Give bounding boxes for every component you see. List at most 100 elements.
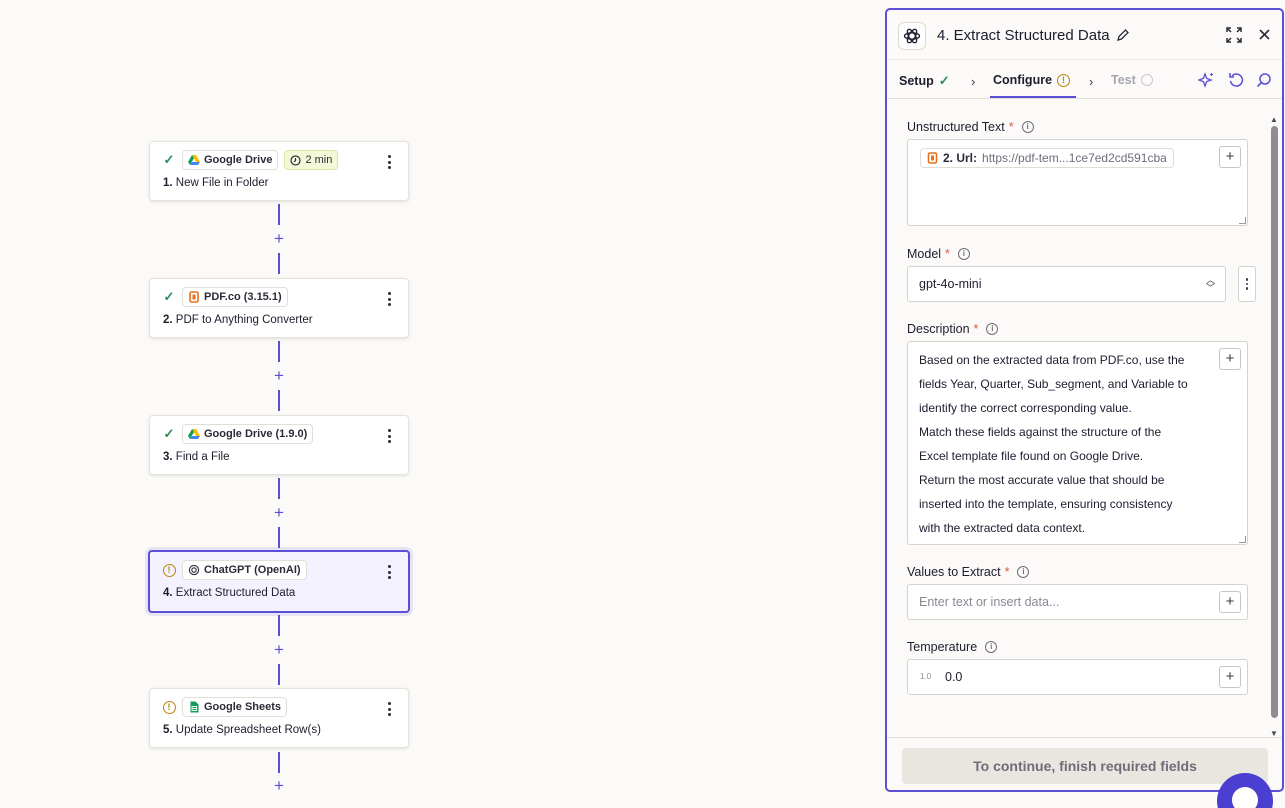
required-asterisk: * (1004, 565, 1010, 579)
tab-setup[interactable]: Setup ✓ (899, 73, 950, 89)
step-card-4[interactable]: ! ChatGPT (OpenAI) 4. Extract Structured… (148, 550, 410, 613)
workflow-canvas: ✓ Google Drive 2 min 1. New File in Fold… (0, 0, 885, 808)
model-options-button[interactable] (1238, 266, 1256, 302)
tab-label: Setup (899, 74, 934, 88)
token-label: 2. Url: (943, 151, 978, 165)
info-icon[interactable]: i (957, 248, 970, 260)
delay-text: 2 min (305, 154, 333, 166)
warning-icon: ! (1057, 73, 1071, 87)
connector-line (278, 204, 280, 225)
close-icon[interactable] (1258, 28, 1271, 41)
openai-icon (898, 22, 926, 50)
step-card-5[interactable]: ! Google Sheets 5. Update Spreadsheet Ro… (149, 688, 409, 748)
clock-icon (1140, 74, 1153, 86)
step-tabs: Setup ✓ › Configure ! › Test (887, 62, 1282, 99)
step-card-2[interactable]: ✓ PDF.co (3.15.1) 2. PDF to Anything Con… (149, 278, 409, 338)
check-icon: ✓ (163, 289, 175, 304)
connector-line (278, 253, 280, 274)
field-label-temperature: Temperature i (907, 640, 998, 654)
app-pill: ChatGPT (OpenAI) (182, 560, 307, 580)
google-drive-icon (188, 155, 200, 165)
check-icon: ✓ (163, 152, 175, 167)
values-to-extract-input[interactable]: Enter text or insert data... + (907, 584, 1248, 620)
more-vertical-icon[interactable] (382, 153, 396, 171)
chevron-right-icon: › (971, 74, 976, 89)
google-drive-icon (188, 429, 200, 439)
model-value: gpt-4o-mini (919, 277, 982, 291)
temperature-input[interactable]: 1.0 0.0 + (907, 659, 1248, 695)
clock-icon (290, 154, 302, 166)
panel-scrollbar[interactable]: ▲ ▼ (1269, 115, 1278, 738)
info-icon[interactable]: i (1017, 566, 1030, 578)
insert-data-button[interactable]: + (1219, 666, 1241, 688)
chevron-up-down-icon: ︿ ﹀ (1205, 275, 1215, 293)
field-label-model: Model * i (907, 247, 970, 261)
undo-icon[interactable] (1228, 72, 1244, 88)
app-pill: Google Sheets (182, 697, 288, 717)
unstructured-text-input[interactable]: 2. Url: https://pdf-tem...1ce7ed2cd591cb… (907, 139, 1248, 226)
insert-data-button[interactable]: + (1219, 591, 1241, 613)
google-sheets-icon (190, 701, 199, 713)
app-name: Google Sheets (204, 701, 282, 713)
pencil-icon[interactable] (1116, 28, 1130, 42)
description-textarea[interactable]: Based on the extracted data from PDF.co,… (907, 341, 1248, 545)
openai-icon (188, 564, 200, 576)
more-vertical-icon[interactable] (382, 290, 396, 308)
step-title: 3. Find a File (163, 451, 230, 463)
connector-line (278, 478, 280, 499)
data-token[interactable]: 2. Url: https://pdf-tem...1ce7ed2cd591cb… (920, 148, 1174, 168)
connector-line (278, 341, 280, 362)
resize-handle[interactable] (1239, 217, 1246, 224)
step-title: 5. Update Spreadsheet Row(s) (163, 724, 321, 736)
add-step-button[interactable]: + (272, 504, 286, 521)
more-vertical-icon[interactable] (382, 427, 396, 445)
step-title: 4. Extract Structured Data (163, 587, 296, 599)
placeholder-text: Enter text or insert data... (919, 595, 1060, 609)
add-step-button[interactable]: + (272, 230, 286, 247)
insert-data-button[interactable]: + (1219, 348, 1241, 370)
info-icon[interactable]: i (1021, 121, 1034, 133)
info-icon[interactable]: i (986, 323, 999, 335)
app-name: PDF.co (3.15.1) (204, 291, 282, 303)
app-name: Google Drive (1.9.0) (204, 428, 308, 440)
pdf-co-icon (189, 291, 199, 303)
connector-line (278, 527, 280, 548)
connector-line (278, 664, 280, 685)
chevron-right-icon: › (1089, 74, 1094, 89)
field-label-description: Description * i (907, 322, 999, 336)
tab-configure[interactable]: Configure ! (993, 73, 1071, 87)
app-pill: PDF.co (3.15.1) (182, 287, 288, 307)
more-vertical-icon[interactable] (382, 700, 396, 718)
scroll-thumb[interactable] (1271, 126, 1278, 718)
connector-line (278, 390, 280, 411)
warning-icon: ! (162, 700, 176, 714)
continue-button[interactable]: To continue, finish required fields (902, 748, 1268, 784)
field-label-unstructured-text: Unstructured Text * i (907, 120, 1034, 134)
scroll-up-icon[interactable]: ▲ (1270, 115, 1278, 124)
temperature-value: 0.0 (945, 670, 963, 684)
check-icon: ✓ (938, 73, 950, 88)
token-value: https://pdf-tem...1ce7ed2cd591cba (982, 151, 1167, 165)
resize-handle[interactable] (1239, 536, 1246, 543)
panel-title: 4. Extract Structured Data (937, 27, 1110, 44)
insert-data-button[interactable]: + (1219, 146, 1241, 168)
add-step-button[interactable]: + (272, 367, 286, 384)
pdf-co-icon (927, 152, 938, 164)
step-card-1[interactable]: ✓ Google Drive 2 min 1. New File in Fold… (149, 141, 409, 201)
required-asterisk: * (973, 322, 979, 336)
add-step-button[interactable]: + (272, 777, 286, 794)
tab-label: Configure (993, 73, 1053, 87)
expand-icon[interactable] (1226, 27, 1242, 43)
info-icon[interactable]: i (985, 641, 998, 653)
model-select[interactable]: gpt-4o-mini ︿ ﹀ (907, 266, 1226, 302)
step-card-3[interactable]: ✓ Google Drive (1.9.0) 3. Find a File (149, 415, 409, 475)
search-icon[interactable] (1256, 72, 1272, 88)
sparkle-icon[interactable] (1198, 72, 1215, 89)
add-step-button[interactable]: + (272, 641, 286, 658)
tab-test[interactable]: Test (1111, 73, 1153, 87)
app-pill: Google Drive (182, 150, 279, 170)
more-vertical-icon[interactable] (382, 563, 396, 581)
required-asterisk: * (945, 247, 950, 261)
panel-header: 4. Extract Structured Data (887, 10, 1282, 60)
active-tab-indicator (990, 96, 1076, 98)
